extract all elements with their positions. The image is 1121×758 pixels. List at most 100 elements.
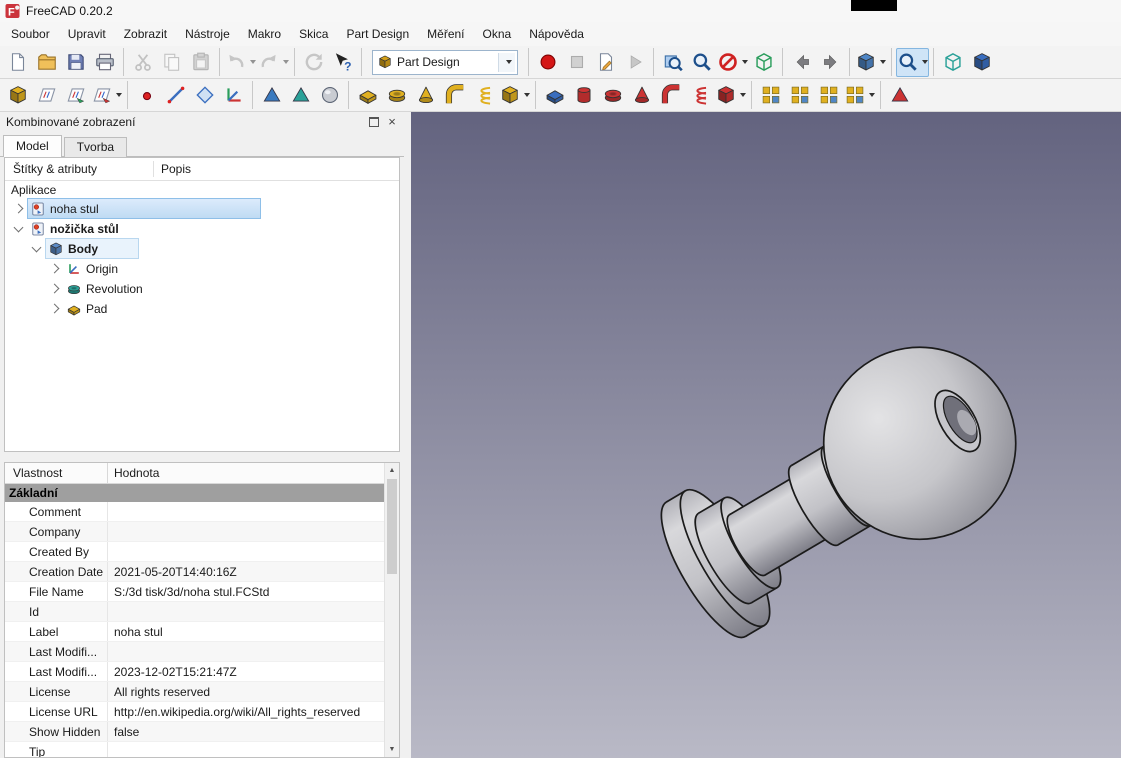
nav-back-button[interactable] [787,48,816,77]
whats-this-button[interactable]: ? [328,48,357,77]
fit-all-button[interactable] [658,48,687,77]
tab-tvorba[interactable]: Tvorba [64,137,127,157]
property-scrollbar[interactable]: ▲ ▼ [384,463,399,757]
dropdown-arrow-icon[interactable] [116,93,122,97]
axonometric-view-button[interactable] [938,48,967,77]
dropdown-arrow-icon[interactable] [740,93,746,97]
property-label[interactable]: Labelnoha stul [5,622,384,642]
dropdown-arrow-icon[interactable] [250,60,256,64]
additive-primitive-button[interactable] [498,81,531,110]
property-value[interactable]: All rights reserved [108,682,384,701]
macro-edit-button[interactable] [591,48,620,77]
expand-toggle-icon[interactable] [14,204,24,214]
property-last-modifi[interactable]: Last Modifi...2023-12-02T15:21:47Z [5,662,384,682]
groove-button[interactable] [598,81,627,110]
macro-execute-button[interactable] [620,48,649,77]
additive-pipe-button[interactable] [440,81,469,110]
bounding-box-button[interactable] [749,48,778,77]
property-value[interactable]: http://en.wikipedia.org/wiki/All_rights_… [108,702,384,721]
map-sketch-button[interactable] [61,81,90,110]
expand-toggle-icon[interactable] [50,264,60,274]
property-value[interactable]: S:/3d tisk/3d/noha stul.FCStd [108,582,384,601]
macro-record-button[interactable] [533,48,562,77]
property-license[interactable]: LicenseAll rights reserved [5,682,384,702]
menu-napoveda[interactable]: Nápověda [520,24,593,44]
menu-part-design[interactable]: Part Design [337,24,418,44]
draw-style-button[interactable] [716,48,749,77]
create-body-button[interactable] [3,81,32,110]
attach-sketch-button[interactable] [90,81,123,110]
refresh-button[interactable] [299,48,328,77]
menu-skica[interactable]: Skica [290,24,337,44]
workbench-selector[interactable]: Part Design [372,50,518,75]
dropdown-arrow-icon[interactable] [742,60,748,64]
scroll-up-button[interactable]: ▲ [385,463,399,478]
undo-button[interactable] [224,48,257,77]
tree-item-revolution[interactable]: Revolution [5,279,399,299]
subtractive-primitive-button[interactable] [714,81,747,110]
menu-makro[interactable]: Makro [239,24,290,44]
tree-item-body[interactable]: Body [5,239,399,259]
additive-helix-button[interactable] [469,81,498,110]
nav-forward-button[interactable] [816,48,845,77]
property-value[interactable] [108,502,384,521]
create-sketch-button[interactable] [32,81,61,110]
copy-button[interactable] [157,48,186,77]
property-value[interactable]: 2021-05-20T14:40:16Z [108,562,384,581]
pad-button[interactable] [353,81,382,110]
close-panel-button[interactable]: × [384,114,400,130]
float-panel-button[interactable] [366,114,382,130]
dropdown-arrow-icon[interactable] [922,60,928,64]
tree-item-nozicka-stul[interactable]: nožička stůl [5,219,399,239]
tree-item-origin[interactable]: Origin [5,259,399,279]
menu-zobrazit[interactable]: Zobrazit [115,24,176,44]
menu-upravit[interactable]: Upravit [59,24,115,44]
dropdown-arrow-icon[interactable] [869,93,875,97]
datum-point-button[interactable] [132,81,161,110]
property-value[interactable]: 2023-12-02T15:21:47Z [108,662,384,681]
scrollbar-thumb[interactable] [387,479,397,574]
sub-shape-binder-button[interactable] [286,81,315,110]
new-file-button[interactable] [3,48,32,77]
multi-transform-button[interactable] [843,81,876,110]
property-value[interactable]: noha stul [108,622,384,641]
tree-item-pad[interactable]: Pad [5,299,399,319]
additive-loft-button[interactable] [411,81,440,110]
property-comment[interactable]: Comment [5,502,384,522]
3d-viewport[interactable] [411,112,1121,758]
revolution-button[interactable] [382,81,411,110]
hole-button[interactable] [569,81,598,110]
clone-button[interactable] [315,81,344,110]
datum-plane-button[interactable] [190,81,219,110]
save-file-button[interactable] [61,48,90,77]
property-value[interactable] [108,542,384,561]
cut-button[interactable] [128,48,157,77]
combo-dropdown-arrow[interactable] [498,53,515,72]
subtractive-helix-button[interactable] [685,81,714,110]
property-tip[interactable]: Tip [5,742,384,758]
property-company[interactable]: Company [5,522,384,542]
print-button[interactable] [90,48,119,77]
property-value[interactable] [108,642,384,661]
zoom-region-button[interactable] [896,48,929,77]
property-value[interactable] [108,522,384,541]
pocket-button[interactable] [540,81,569,110]
tree-root-application[interactable]: Aplikace [5,181,399,199]
subtractive-pipe-button[interactable] [656,81,685,110]
linear-pattern-button[interactable] [785,81,814,110]
datum-line-button[interactable] [161,81,190,110]
zoom-button[interactable] [687,48,716,77]
dock-splitter[interactable] [404,112,411,758]
expand-toggle-icon[interactable] [50,284,60,294]
scroll-down-button[interactable]: ▼ [385,742,399,757]
collapse-toggle-icon[interactable] [14,222,24,232]
expand-toggle-icon[interactable] [50,304,60,314]
collapse-toggle-icon[interactable] [32,242,42,252]
menu-soubor[interactable]: Soubor [2,24,59,44]
property-created-by[interactable]: Created By [5,542,384,562]
paste-button[interactable] [186,48,215,77]
menu-mereni[interactable]: Měření [418,24,473,44]
subtractive-loft-button[interactable] [627,81,656,110]
menu-okna[interactable]: Okna [474,24,521,44]
property-show-hidden[interactable]: Show Hiddenfalse [5,722,384,742]
